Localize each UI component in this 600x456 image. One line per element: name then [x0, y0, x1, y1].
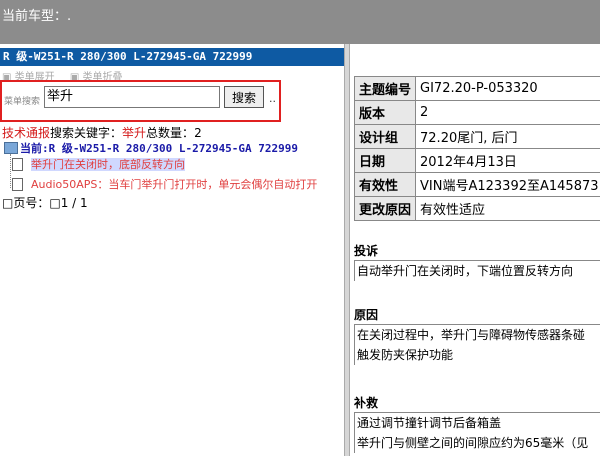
search-box: 菜单搜索 举升 搜索 ..	[0, 80, 281, 122]
document-icon	[12, 178, 23, 191]
table-key: 有效性	[353, 172, 417, 197]
tree-connector	[10, 154, 11, 188]
info-table: 主题编号 GI72.20-P-053320 版本 2 设计组 72.20尾门, 后门 …	[353, 76, 600, 221]
section-title: 补救	[354, 394, 600, 413]
pager: □页号：□1 / 1	[2, 194, 88, 211]
detail-panel: 主题编号 GI72.20-P-053320 版本 2 设计组 72.20尾门, 后门 …	[350, 44, 600, 456]
search-stats: 技术通报搜索关键字：举升总数量：2	[2, 124, 202, 141]
table-row: 日期 2012年4月13日	[353, 148, 600, 173]
table-row: 有效性 VIN端号A123392至A145873	[353, 172, 600, 197]
complaint-section: 投诉 自动举升门在关闭时，下端位置反转方向	[354, 242, 600, 281]
tree-item-label: 举升门在关闭时，底部反转方向	[31, 158, 185, 171]
tree-root-label: 当前:R 级-W251-R 280/300 L-272945-GA 722999	[20, 142, 299, 155]
table-value: GI72.20-P-053320	[415, 76, 600, 101]
cause-section: 原因 在关闭过程中，举升门与障碍物传感器条碰 触发防夹保护功能	[354, 306, 600, 365]
section-line: 举升门与侧壁之间的间隙应约为65毫米（见	[354, 433, 600, 453]
table-value: 有效性适应	[415, 196, 600, 221]
stats-count-label: 总数量：	[146, 126, 195, 140]
top-bar: 当前车型：.	[0, 0, 600, 44]
remedy-section: 补救 通过调节撞针调节后备箱盖 举升门与侧壁之间的间隙应约为65毫米（见	[354, 394, 600, 453]
section-line: 自动举升门在关闭时，下端位置反转方向	[354, 261, 600, 281]
stats-count: 2	[194, 126, 202, 140]
tree-item-label: Audio50APS：当车门举升门打开时，单元会偶尔自动打开	[31, 178, 318, 191]
document-icon	[12, 158, 23, 171]
pager-page: 1 / 1	[60, 196, 88, 210]
section-line: 在关闭过程中，举升门与障碍物传感器条碰	[354, 325, 600, 345]
table-row: 更改原因 有效性适应	[353, 196, 600, 221]
section-line: 触发防夹保护功能	[354, 345, 600, 365]
tree-item[interactable]: Audio50APS：当车门举升门打开时，单元会偶尔自动打开	[12, 176, 317, 192]
table-value: 72.20尾门, 后门	[415, 124, 600, 149]
table-row: 主题编号 GI72.20-P-053320	[353, 76, 600, 101]
tree-root[interactable]: 当前:R 级-W251-R 280/300 L-272945-GA 722999	[4, 140, 298, 156]
table-key: 版本	[353, 100, 417, 125]
table-value: 2	[415, 100, 600, 125]
table-key: 更改原因	[353, 196, 417, 221]
search-button[interactable]: 搜索	[224, 86, 264, 108]
table-row: 设计组 72.20尾门, 后门	[353, 124, 600, 149]
table-value: 2012年4月13日	[415, 148, 600, 173]
section-title: 原因	[354, 306, 600, 325]
current-model-label: 当前车型：.	[2, 9, 72, 24]
stats-keyword-label: 搜索关键字：	[50, 126, 123, 140]
section-line: 通过调节撞针调节后备箱盖	[354, 413, 600, 433]
table-key: 设计组	[353, 124, 417, 149]
checkbox-icon: □	[49, 196, 61, 210]
checkbox-icon: □	[2, 196, 14, 210]
left-panel: R 级-W251-R 280/300 L-272945-GA 722999 ▣ …	[0, 44, 344, 456]
section-title: 投诉	[354, 242, 600, 261]
computer-icon	[4, 142, 18, 154]
expand-collapse-row: ▣ 类单展开 ▣ 类单折叠	[2, 68, 134, 83]
table-row: 版本 2	[353, 100, 600, 125]
table-value: VIN端号A123392至A145873	[415, 172, 600, 197]
tree-item[interactable]: 举升门在关闭时，底部反转方向	[12, 156, 185, 172]
pager-label: 页号：	[13, 196, 50, 210]
table-key: 主题编号	[353, 76, 417, 101]
stats-keyword: 举升	[122, 126, 147, 140]
more-dots[interactable]: ..	[269, 92, 276, 105]
search-input[interactable]: 举升	[44, 86, 220, 108]
stats-prefix: 技术通报	[2, 126, 51, 140]
search-label: 菜单搜索	[4, 97, 41, 107]
table-key: 日期	[353, 148, 417, 173]
model-header: R 级-W251-R 280/300 L-272945-GA 722999	[0, 48, 344, 66]
